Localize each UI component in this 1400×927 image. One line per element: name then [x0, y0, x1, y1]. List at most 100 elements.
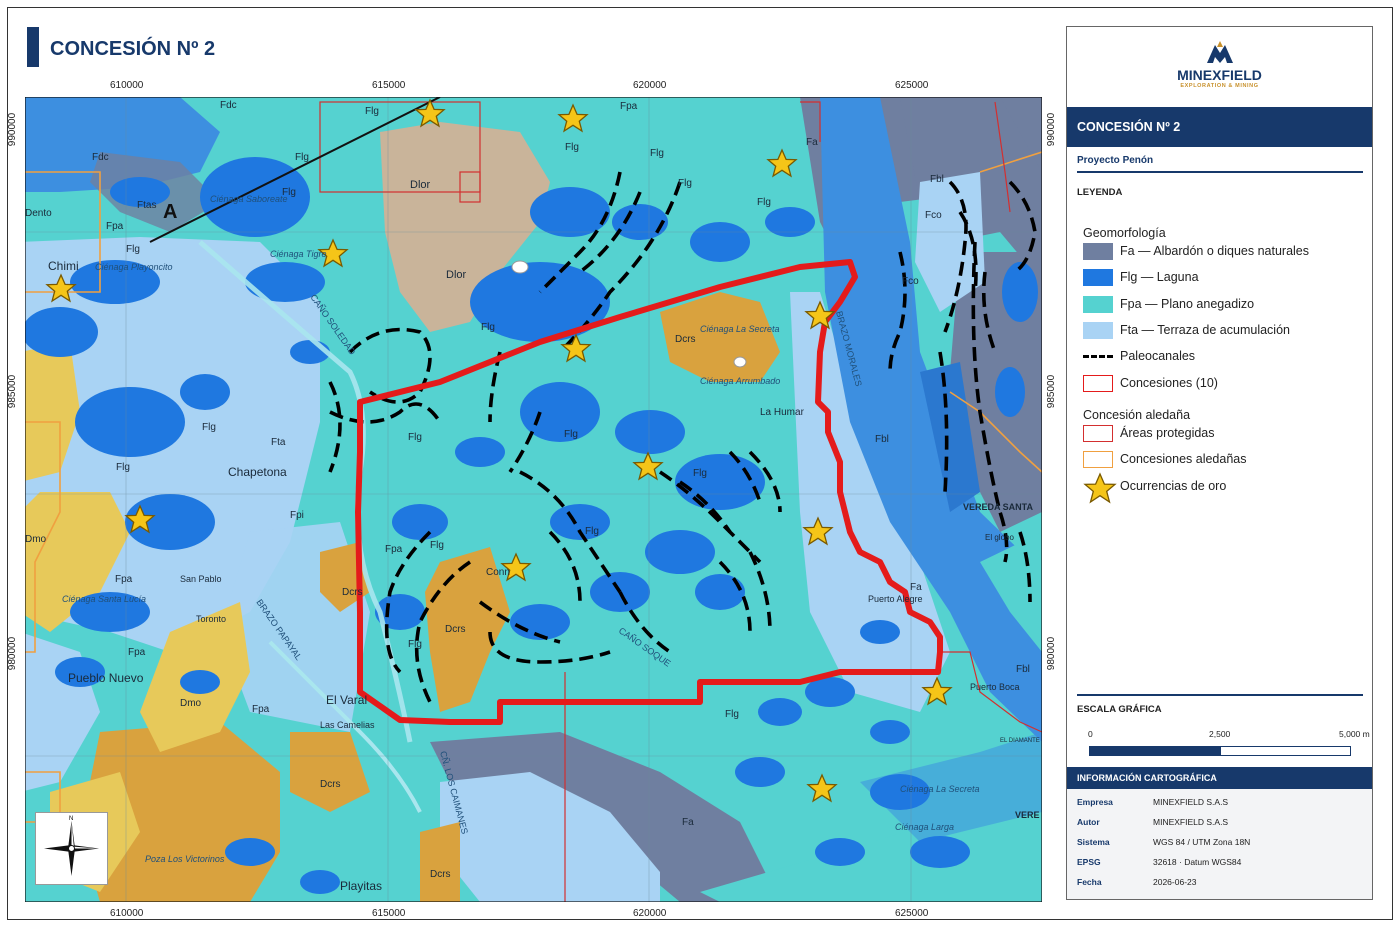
map-label: Playitas	[340, 879, 382, 893]
scale-label: 5,000 m	[1339, 729, 1370, 739]
map-label: Fdc	[220, 100, 237, 111]
map-label: Flg	[282, 187, 296, 198]
compass-icon: N	[44, 816, 99, 876]
map-label: Dlor	[446, 269, 467, 281]
map-canvas[interactable]: Fdc Fdc A Ftas Fpa Dento Chimi Ciénaga P…	[20, 92, 1047, 907]
legend-label: Fta — Terraza de acumulación	[1120, 322, 1290, 337]
map-label: Ciénaga Santa Lucía	[62, 594, 146, 604]
map-label: Toronto	[196, 614, 226, 624]
legend-swatch-outline	[1083, 451, 1113, 469]
map-label: Flg	[430, 540, 444, 551]
map-label: VERE	[1015, 810, 1040, 820]
map-label: Fbl	[1016, 664, 1030, 675]
info-value: WGS 84 / UTM Zona 18N	[1153, 837, 1251, 847]
map-label: Flg	[725, 709, 739, 720]
map-label: Flg	[126, 244, 140, 255]
legend-label: Ocurrencias de oro	[1120, 478, 1227, 493]
legend-swatch-outline	[1083, 374, 1113, 392]
map-label: Fbl	[875, 434, 889, 445]
map-label: Pueblo Nuevo	[68, 671, 144, 685]
map-label: Fa	[806, 137, 818, 148]
info-header: INFORMACIÓN CARTOGRÁFICA	[1067, 767, 1372, 789]
map-label: Flg	[481, 322, 495, 333]
info-value: 32618 · Datum WGS84	[1153, 857, 1242, 867]
legend-swatch	[1083, 269, 1113, 287]
map-label: Flg	[678, 178, 692, 189]
map-label: Fdc	[92, 152, 109, 163]
paleocanal-line-icon	[1083, 355, 1113, 359]
map-label: El globo	[985, 533, 1014, 542]
map-label: Chimi	[48, 259, 79, 273]
x-tick-bottom-4: 625000	[895, 908, 929, 919]
map-label: Ciénaga Playoncito	[95, 262, 173, 272]
map-label: Flg	[650, 148, 664, 159]
map-label: Fa	[682, 817, 694, 828]
y-tick-right-2: 985000	[1046, 374, 1058, 409]
map-label: El Varal	[326, 693, 367, 707]
map-label: Fta	[271, 437, 286, 448]
map-label: Flg	[408, 432, 422, 443]
panel-title: CONCESIÓN Nº 2	[1067, 107, 1372, 147]
info-panel: MINEXFIELD EXPLORATION & MINING CONCESIÓ…	[1066, 26, 1373, 900]
map-label: Dcrs	[675, 334, 696, 345]
map-label: Fpi	[290, 510, 304, 521]
map-label: Flg	[564, 429, 578, 440]
legend-group-geomorfologia: Geomorfología	[1083, 226, 1166, 240]
info-key: Sistema	[1077, 837, 1110, 847]
map-label: Fpa	[252, 704, 270, 715]
map-label: Dento	[25, 208, 52, 219]
map-label: Flg	[757, 197, 771, 208]
legend-label: Fa — Albardón o diques naturales	[1120, 244, 1310, 258]
scale-label: 2,500	[1209, 729, 1231, 739]
map-label: Dcrs	[430, 869, 451, 880]
mountain-logo-icon	[1207, 41, 1233, 63]
legend-label: Fpa — Plano anegadizo	[1120, 296, 1255, 311]
map-label: Las Camelias	[320, 720, 375, 730]
map-label: Flg	[565, 142, 579, 153]
map-label: Puerto Alegre	[868, 594, 923, 604]
map-label: Conn	[486, 567, 510, 578]
x-tick-top-1: 610000	[110, 80, 144, 91]
map-label: Dcrs	[320, 779, 341, 790]
map-label: Ciénaga Saboreate	[210, 194, 288, 204]
map-label: Dcrs	[342, 587, 363, 598]
map-label: A	[163, 201, 177, 223]
brand-name: MINEXFIELD	[1177, 67, 1262, 83]
map-label: Ciénaga La Secreta	[700, 324, 780, 334]
y-tick-left-2: 985000	[7, 374, 19, 409]
info-value: MINEXFIELD S.A.S	[1153, 817, 1229, 827]
x-tick-bottom-2: 615000	[372, 908, 406, 919]
map-label: Ftas	[137, 200, 156, 211]
map-label: Fbl	[930, 174, 944, 185]
divider	[1077, 694, 1363, 696]
map-label: Ciénaga Arrumbado	[700, 376, 780, 386]
map-label: La Humar	[760, 407, 805, 418]
info-key: Empresa	[1077, 797, 1113, 807]
north-arrow: N	[35, 812, 108, 885]
info-value: MINEXFIELD S.A.S	[1153, 797, 1229, 807]
map-label: Dmo	[180, 698, 202, 709]
y-tick-left-1: 990000	[7, 112, 19, 147]
legend-label: Concesiones aledañas	[1120, 452, 1247, 467]
x-tick-top-4: 625000	[895, 80, 929, 91]
info-key: EPSG	[1077, 857, 1101, 867]
y-tick-right-3: 980000	[1046, 636, 1058, 671]
legend-swatch	[1083, 295, 1113, 313]
map-label: Ciénaga Tigre	[270, 249, 326, 259]
map-label: San Pablo	[180, 574, 222, 584]
x-tick-top-2: 615000	[372, 80, 406, 91]
info-key: Autor	[1077, 817, 1100, 827]
legend-label: Concesiones (10)	[1120, 375, 1218, 390]
info-key: Fecha	[1077, 877, 1102, 887]
title-accent-bar	[27, 27, 39, 67]
map-label: Fpa	[106, 221, 124, 232]
map-label: Fco	[902, 276, 919, 287]
legend-label: Flg — Laguna	[1120, 270, 1199, 285]
map-label: Fpa	[385, 544, 403, 555]
map-label: Fpa	[115, 574, 133, 585]
scale-label: 0	[1088, 729, 1093, 739]
map-label: Chapetona	[228, 465, 287, 479]
x-tick-top-3: 620000	[633, 80, 667, 91]
star-icon	[1083, 471, 1117, 504]
divider	[1077, 171, 1363, 173]
